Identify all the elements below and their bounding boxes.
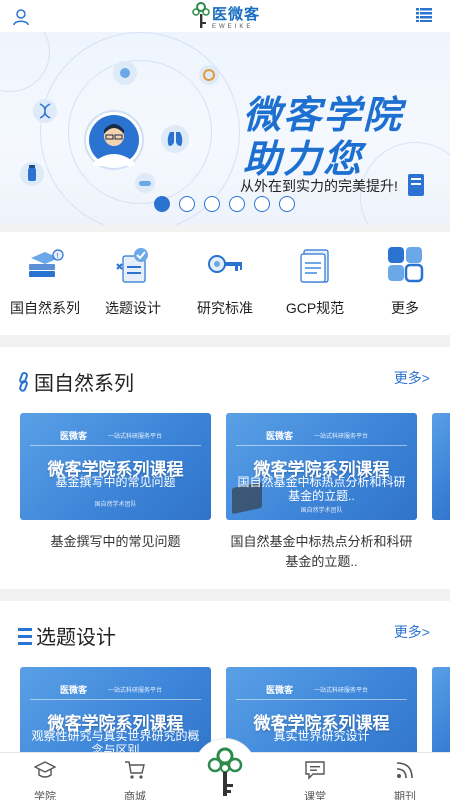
quick-entry-grid: ! 国自然系列 选题设计 研究标准 GCP规范 更多 — [0, 232, 450, 335]
card-brand: 医微客 — [60, 685, 88, 695]
section-title: 选题设计 — [36, 627, 116, 649]
divider — [236, 699, 407, 700]
carousel-dot[interactable] — [229, 196, 245, 212]
divider — [236, 445, 407, 446]
card-tagline: 一站式科研服务平台 — [314, 688, 369, 694]
section-more-link[interactable]: 更多> — [394, 622, 430, 642]
checklist-icon — [116, 248, 148, 283]
grid-more-icon — [388, 247, 424, 283]
section-topic-design: 选题设计 更多> 医微客 一站式科研服务平台 微客学院系列课程 观察性研究与真实… — [0, 601, 450, 761]
course-caption: 基金撰写中的常见问题 — [50, 534, 181, 549]
key-icon — [208, 255, 242, 273]
quick-entry-label: 更多 — [391, 300, 419, 316]
shopping-cart-icon — [125, 761, 145, 779]
microscope-icon — [199, 65, 219, 85]
carousel-dot[interactable] — [179, 196, 195, 212]
banner-title-line2: 助力您 — [243, 139, 364, 181]
course-caption: 国自然基金中标热点分析和科研基金的立题.. — [230, 534, 413, 569]
top-bar: 医微客 EWEIKE — [0, 0, 450, 32]
quick-entry-label: GCP规范 — [285, 300, 345, 316]
divider — [30, 445, 201, 446]
app-logo: 医微客 EWEIKE — [192, 2, 260, 30]
course-card-peek[interactable] — [432, 413, 450, 520]
course-card[interactable]: 医微客 一站式科研服务平台 微客学院系列课程 国自然基金中标热点分析和科研基金的… — [226, 413, 417, 572]
doctor-illustration — [84, 110, 144, 170]
course-card[interactable]: 医微客 一站式科研服务平台 微客学院系列课程 基金撰写中的常见问题 国自然学术团… — [20, 413, 211, 552]
section-more-link[interactable]: 更多> — [394, 368, 430, 388]
quick-entry-topic-design[interactable]: 选题设计 — [90, 246, 176, 318]
lungs-icon — [161, 125, 189, 153]
logo-subtext: EWEIKE — [212, 23, 254, 30]
app-logo-icon[interactable] — [206, 746, 244, 798]
card-brand: 医微客 — [266, 685, 294, 695]
nav-label: 学院 — [34, 791, 56, 800]
card-tagline: 一站式科研服务平台 — [314, 434, 369, 440]
database-coins-icon: ! — [29, 249, 64, 277]
document-gcp-icon — [300, 249, 329, 283]
quick-entry-more[interactable]: 更多 — [362, 246, 448, 318]
nav-label: 课堂 — [304, 791, 326, 800]
quick-entry-label: 国自然系列 — [10, 300, 80, 316]
course-thumbnail: 医微客 一站式科研服务平台 微客学院系列课程 真实世界研究设计 — [226, 667, 417, 761]
graduation-cap-icon — [33, 761, 57, 778]
nav-label: 期刊 — [394, 791, 416, 800]
card-team: 国自然学术团队 — [94, 502, 137, 508]
section-nsfc-series: 国自然系列 更多> 医微客 一站式科研服务平台 微客学院系列课程 基金撰写中的常… — [0, 347, 450, 589]
carousel-dot[interactable] — [204, 196, 220, 212]
course-thumbnail — [432, 667, 450, 761]
chat-message-icon — [305, 761, 325, 780]
quick-entry-label: 选题设计 — [105, 300, 161, 316]
quick-entry-research-standard[interactable]: 研究标准 — [182, 246, 268, 318]
quick-entry-nsfc[interactable]: ! 国自然系列 — [2, 246, 88, 318]
card-tagline: 一站式科研服务平台 — [108, 434, 163, 440]
course-card-peek[interactable] — [432, 667, 450, 761]
divider — [30, 699, 201, 700]
carousel-dot[interactable] — [254, 196, 270, 212]
card-brand: 医微客 — [60, 431, 88, 441]
section-header: 选题设计 — [18, 621, 116, 650]
tablet-icon — [408, 174, 424, 196]
section-header: 国自然系列 — [18, 367, 134, 396]
bottle-icon — [20, 162, 44, 186]
carousel-indicator — [154, 196, 295, 212]
card-topic: 真实世界研究设计 — [273, 729, 370, 743]
promo-banner[interactable]: 微客学院 助力您 从外在到实力的完美提升! — [0, 22, 450, 225]
card-topic: 基金撰写中的常见问题 — [55, 475, 176, 489]
list-menu-icon[interactable] — [416, 8, 432, 22]
app-page: 医微客 EWEIKE 微客学院 助力您 从外在到实力的完美提升! ! 国自然系列… — [0, 0, 450, 800]
course-thumbnail: 医微客 一站式科研服务平台 微客学院系列课程 观察性研究与真实世界研究的概念与区… — [20, 667, 211, 761]
card-team: 国自然学术团队 — [300, 508, 343, 514]
logo-key-icon — [192, 2, 210, 28]
course-card[interactable]: 医微客 一站式科研服务平台 微客学院系列课程 观察性研究与真实世界研究的概念与区… — [20, 667, 211, 761]
dna-icon — [33, 99, 57, 123]
card-brand: 医微客 — [266, 431, 294, 441]
banner-subtitle: 从外在到实力的完美提升! — [240, 178, 398, 194]
course-thumbnail — [432, 413, 450, 520]
nav-journal[interactable]: 期刊 — [370, 759, 440, 800]
carousel-dot[interactable] — [279, 196, 295, 212]
nav-shop[interactable]: 商城 — [100, 759, 170, 800]
nav-academy[interactable]: 学院 — [10, 759, 80, 800]
quick-entry-label: 研究标准 — [197, 300, 253, 316]
decor-ring — [0, 22, 50, 92]
course-thumbnail: 医微客 一站式科研服务平台 微客学院系列课程 国自然基金中标热点分析和科研基金的… — [226, 413, 417, 520]
link-chain-icon — [19, 371, 28, 392]
quick-entry-gcp[interactable]: GCP规范 — [272, 246, 358, 318]
rss-icon — [396, 762, 413, 779]
logo-text: 医微客 — [212, 5, 261, 23]
course-thumbnail: 医微客 一站式科研服务平台 微客学院系列课程 基金撰写中的常见问题 国自然学术团… — [20, 413, 211, 520]
virus-icon — [113, 61, 137, 85]
svg-text:!: ! — [56, 252, 59, 260]
pill-icon — [135, 173, 155, 193]
course-card[interactable]: 医微客 一站式科研服务平台 微客学院系列课程 真实世界研究设计 — [226, 667, 417, 761]
section-title: 国自然系列 — [34, 373, 134, 395]
user-icon[interactable] — [12, 8, 30, 26]
carousel-dot[interactable] — [154, 196, 170, 212]
card-topic: 国自然基金中标热点分析和科研基金的立题.. — [237, 475, 406, 503]
nav-classroom[interactable]: 课堂 — [280, 759, 350, 800]
card-tagline: 一站式科研服务平台 — [108, 688, 163, 694]
nav-label: 商城 — [124, 791, 146, 800]
list-bars-icon — [18, 627, 32, 645]
